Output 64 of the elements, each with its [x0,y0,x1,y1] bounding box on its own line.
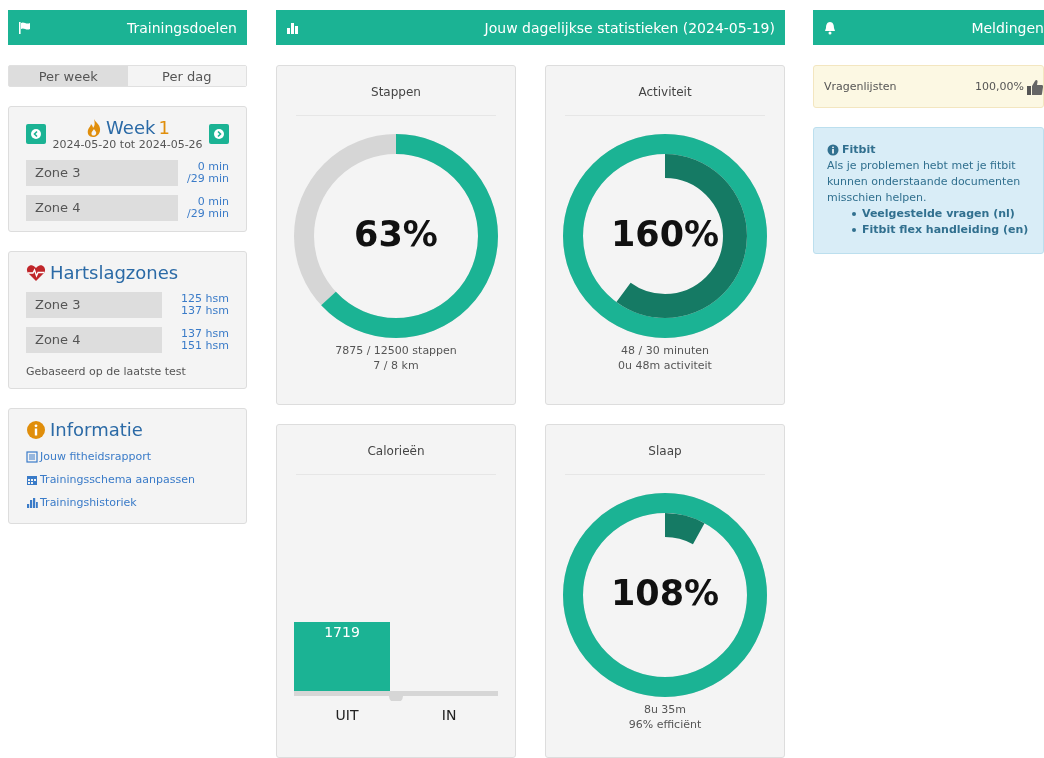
zone-label: Zone 3 [26,160,178,186]
heart-pulse-icon [26,263,46,282]
zone-label: Zone 4 [26,327,162,353]
zone-label: Zone 4 [26,195,178,221]
zone-value: 137 hsm [181,305,229,317]
panel-title: Hartslagzones [50,262,179,283]
period-tab[interactable]: Per dag [127,66,246,86]
percentage: 108% [609,573,721,613]
info-text: Als je problemen hebt met je fitbit kunnen onderstaande documenten misschien helpen. [827,158,1022,206]
percentage: 63% [353,214,439,254]
note-text: Gebaseerd op de laatste test [26,365,187,378]
thumbs-up-icon [1027,78,1043,95]
info-icon [827,144,839,156]
zone-value: /29 min [187,173,229,185]
category-label: IN [441,707,457,723]
zone-value: 151 hsm [181,340,229,352]
bullet [852,228,856,232]
stat-text: 96% efficiënt [628,718,702,731]
card-title: Calorieën [296,444,496,475]
info-link[interactable]: Trainingshistoriek [26,496,229,509]
notification-label: Vragenlijsten [824,80,897,93]
card-title: Slaap [565,444,765,475]
chevron-left-icon [30,128,42,140]
week-title: Week [106,117,156,138]
period-tab[interactable]: Per week [9,66,128,86]
zone-value: 125 hsm [181,293,229,305]
notification-value: 100,00% [975,80,1024,93]
list-icon [26,450,38,463]
document-link[interactable]: Fitbit flex handleiding (en) [862,222,1029,238]
panel-title: Jouw dagelijkse statistieken (2024-05-19) [484,19,775,36]
bar-chart-icon [26,496,38,509]
info-icon [26,419,46,440]
category-label: UIT [335,707,359,723]
document-link[interactable]: Veelgestelde vragen (nl) [862,206,1015,222]
week-number: 1 [158,117,170,138]
calendar-icon [26,473,38,486]
panel-title: Meldingen [971,19,1044,36]
stat-text: 8u 35m [643,703,687,716]
stat-text: 48 / 30 minuten [621,344,709,357]
info-title: Fitbit [842,142,876,158]
bar-chart-icon [286,20,300,35]
next-button[interactable] [209,124,229,144]
bell-icon [823,20,837,35]
zone-value: 0 min [196,161,229,173]
zone-label: Zone 3 [26,292,162,318]
percentage: 160% [609,214,721,254]
zone-value: 137 hsm [181,328,229,340]
info-link[interactable]: Trainingsschema aanpassen [26,473,229,486]
date-range: 2024-05-20 tot 2024-05-26 [52,138,203,151]
previous-button[interactable] [26,124,46,144]
card-title: Activiteit [565,85,765,116]
zone-value: /29 min [187,208,229,220]
stat-text: 0u 48m activiteit [618,359,712,372]
stat-text: 7875 / 12500 stappen [335,344,457,357]
stat-text: 7 / 8 km [373,359,419,372]
flag-icon [18,20,32,35]
card-title: Stappen [296,85,496,116]
bullet [852,212,856,216]
info-link[interactable]: Jouw fitheidsrapport [26,450,229,463]
panel-title: Informatie [50,419,143,440]
chevron-right-icon [213,128,225,140]
data-label: 1719 [323,624,361,640]
zone-value: 0 min [196,196,229,208]
panel-title: Trainingsdoelen [127,19,237,36]
